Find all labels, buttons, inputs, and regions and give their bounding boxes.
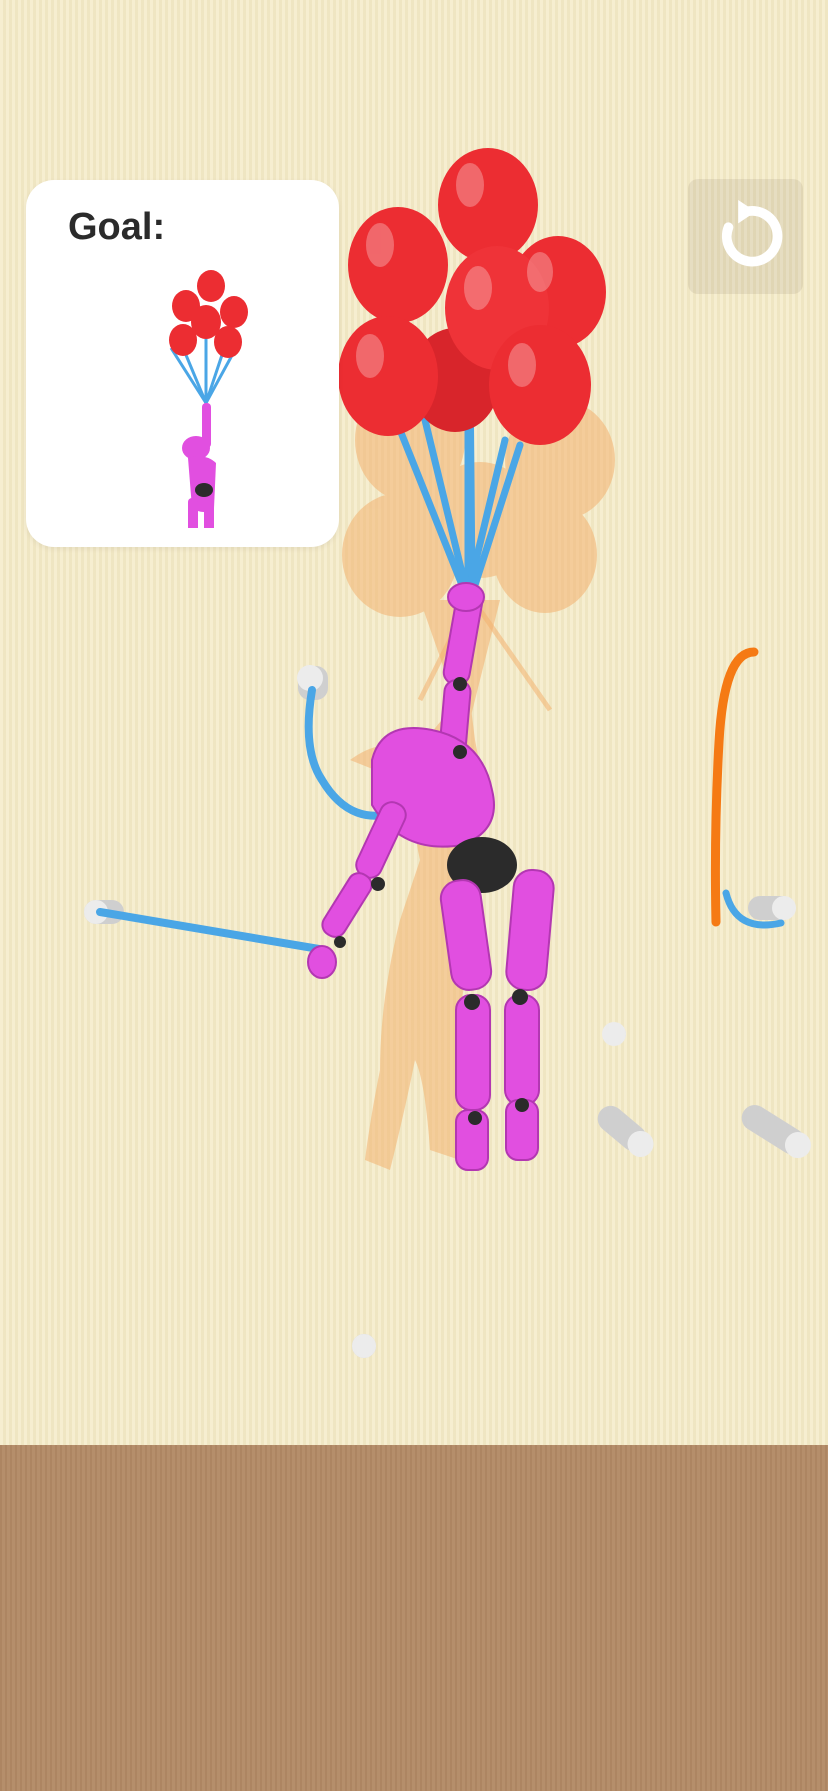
blue-rope-left[interactable] (96, 908, 329, 954)
balloon-cluster[interactable] (338, 148, 606, 445)
orange-rope[interactable] (710, 647, 759, 927)
restart-button[interactable] (688, 179, 803, 294)
wall-hook[interactable] (737, 1100, 816, 1163)
goal-preview-image (169, 270, 248, 528)
balloon (489, 325, 591, 445)
balloon (438, 148, 538, 262)
wall-hook[interactable] (352, 1334, 376, 1358)
wall-hook[interactable] (748, 896, 796, 920)
balloon (348, 207, 448, 323)
balloon (338, 316, 438, 436)
wall-hook[interactable] (602, 1022, 626, 1046)
game-scene[interactable]: Goal: (0, 0, 828, 1791)
wall-hook[interactable] (592, 1101, 659, 1163)
goal-card: Goal: (26, 180, 339, 547)
restart-arrow-icon (721, 199, 782, 266)
